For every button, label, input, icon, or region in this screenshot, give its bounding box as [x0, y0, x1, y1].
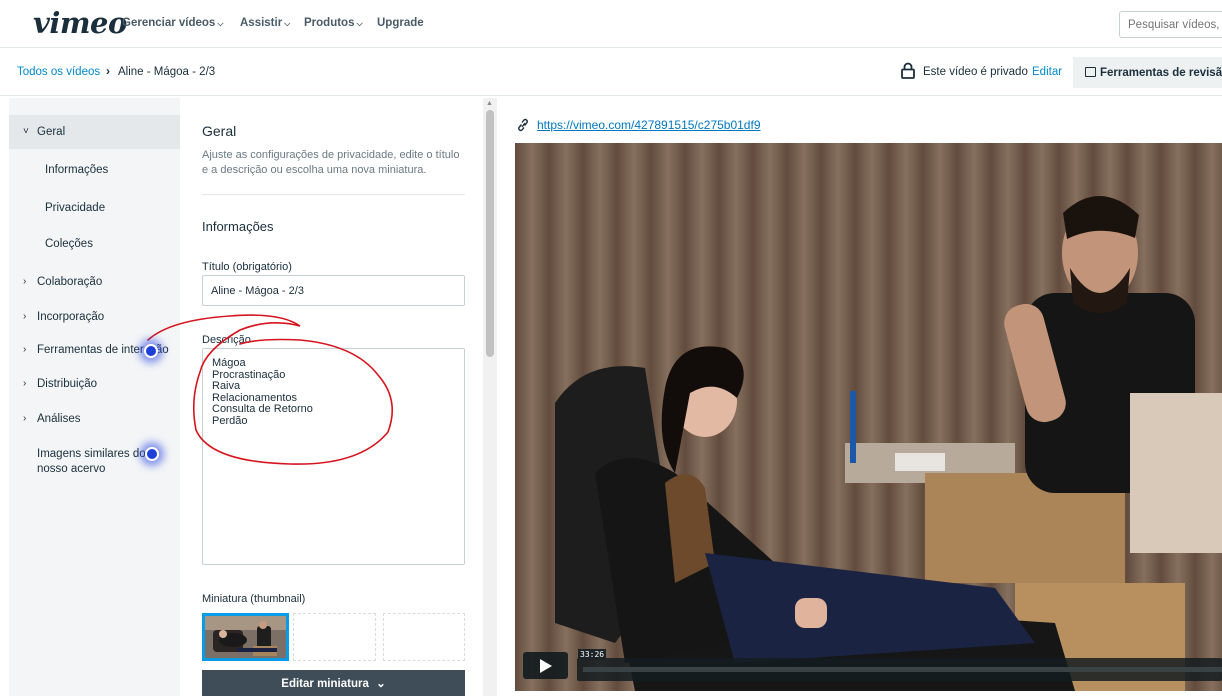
section-heading: Informações [202, 219, 274, 234]
chevron-down-icon: ⌵ [356, 19, 363, 28]
lock-icon [901, 62, 915, 79]
sidebar-item-label-line2: nosso acervo [37, 463, 106, 475]
link-icon [518, 118, 528, 132]
thumbnail-label: Miniatura (thumbnail) [202, 593, 306, 605]
breadcrumb-current: Aline - Mágoa - 2/3 [118, 66, 216, 78]
chevron-right-icon: › [23, 344, 27, 355]
sidebar-item-label: Colaboração [37, 276, 103, 288]
chevron-down-icon: ⌵ [217, 19, 224, 28]
scroll-up-arrow-icon[interactable]: ▲ [486, 100, 493, 107]
chevron-down-icon: ⌵ [284, 19, 291, 28]
sidebar-item-label-line1: Imagens similares do [37, 448, 146, 460]
search-input[interactable] [1119, 11, 1222, 38]
sidebar-item-distribution[interactable]: › Distribuição [9, 378, 180, 394]
description-field-label: Descrição [202, 334, 251, 346]
chevron-down-icon: ⌄ [376, 678, 386, 690]
thumbnail-slot[interactable] [383, 613, 465, 661]
sidebar-item-embed[interactable]: › Incorporação [9, 311, 180, 327]
privacy-status: Este vídeo é privado [923, 66, 1028, 78]
title-field-label: Título (obrigatório) [202, 261, 292, 273]
sidebar-item-privacy[interactable]: Privacidade [45, 202, 105, 214]
cursor-indicator [145, 447, 159, 461]
sidebar-item-label: Geral [37, 126, 66, 138]
video-player[interactable] [515, 143, 1222, 691]
nav-watch-label: Assistir [240, 17, 283, 29]
nav-upgrade[interactable]: Upgrade [377, 17, 424, 29]
sidebar-item-collections[interactable]: Coleções [45, 238, 93, 250]
chevron-right-icon: › [23, 311, 27, 322]
nav-products[interactable]: Produtos ⌵ [304, 17, 363, 29]
title-field[interactable] [202, 275, 465, 306]
sidebar-item-label: Incorporação [37, 311, 105, 323]
progress-track[interactable] [583, 667, 1222, 672]
thumbnail-image [205, 616, 286, 658]
nav-manage-videos-label: Gerenciar vídeos [122, 17, 216, 29]
top-nav: vimeo Gerenciar vídeos ⌵ Assistir ⌵ Produt… [0, 0, 1222, 48]
breadcrumb-all-videos[interactable]: Todos os vídeos [17, 66, 100, 78]
sidebar-item-label: Distribuição [37, 378, 98, 390]
play-icon [540, 659, 552, 673]
chevron-right-icon: › [23, 378, 27, 389]
settings-sidebar: ˅ Geral Informações Privacidade Coleções… [9, 98, 180, 696]
vimeo-logo[interactable]: vimeo [33, 6, 127, 40]
nav-watch[interactable]: Assistir ⌵ [240, 17, 290, 29]
chevron-right-icon: › [23, 413, 27, 424]
chevron-right-icon: › [23, 276, 27, 287]
video-url-link[interactable]: https://vimeo.com/427891515/c275b01df9 [537, 118, 761, 132]
sidebar-item-collaboration[interactable]: › Colaboração [9, 276, 180, 292]
nav-manage-videos[interactable]: Gerenciar vídeos ⌵ [122, 17, 223, 29]
panel-description: Ajuste as configurações de privacidade, … [202, 149, 460, 176]
nav-products-label: Produtos [304, 17, 355, 29]
description-field[interactable] [202, 348, 465, 565]
breadcrumb-bar: Todos os vídeos › Aline - Mágoa - 2/3 Es… [0, 48, 1222, 96]
settings-panel: Geral Ajuste as configurações de privaci… [182, 98, 482, 696]
sidebar-item-label: Imagens similares do nosso acervo [37, 447, 146, 477]
thumbnail-selected[interactable] [202, 613, 289, 661]
panel-title: Geral [202, 123, 237, 139]
review-tools-label: Ferramentas de revisã [1100, 66, 1222, 79]
edit-thumbnail-label: Editar miniatura [281, 678, 369, 690]
divider [202, 194, 465, 195]
edit-thumbnail-button[interactable]: Editar miniatura ⌄ [202, 670, 465, 696]
edit-privacy-link[interactable]: Editar [1032, 66, 1062, 78]
play-button[interactable] [523, 652, 568, 679]
thumbnail-slot[interactable] [293, 613, 376, 661]
review-tools-button[interactable]: Ferramentas de revisã [1073, 57, 1222, 88]
video-progress-bar[interactable] [577, 658, 1222, 681]
sidebar-item-label: Análises [37, 413, 81, 425]
panel-scrollbar[interactable]: ▲ [483, 98, 497, 696]
scrollbar-thumb[interactable] [486, 110, 494, 357]
sidebar-item-general[interactable]: ˅ Geral [9, 115, 180, 149]
breadcrumb-chevron-icon: › [106, 64, 110, 78]
video-frame [515, 143, 1222, 691]
cursor-indicator [144, 344, 158, 358]
chevron-down-icon: ˅ [23, 126, 29, 137]
review-icon [1085, 66, 1096, 77]
sidebar-item-info[interactable]: Informações [45, 164, 108, 176]
video-time: 33:26 [578, 649, 607, 660]
sidebar-item-analytics[interactable]: › Análises [9, 413, 180, 429]
